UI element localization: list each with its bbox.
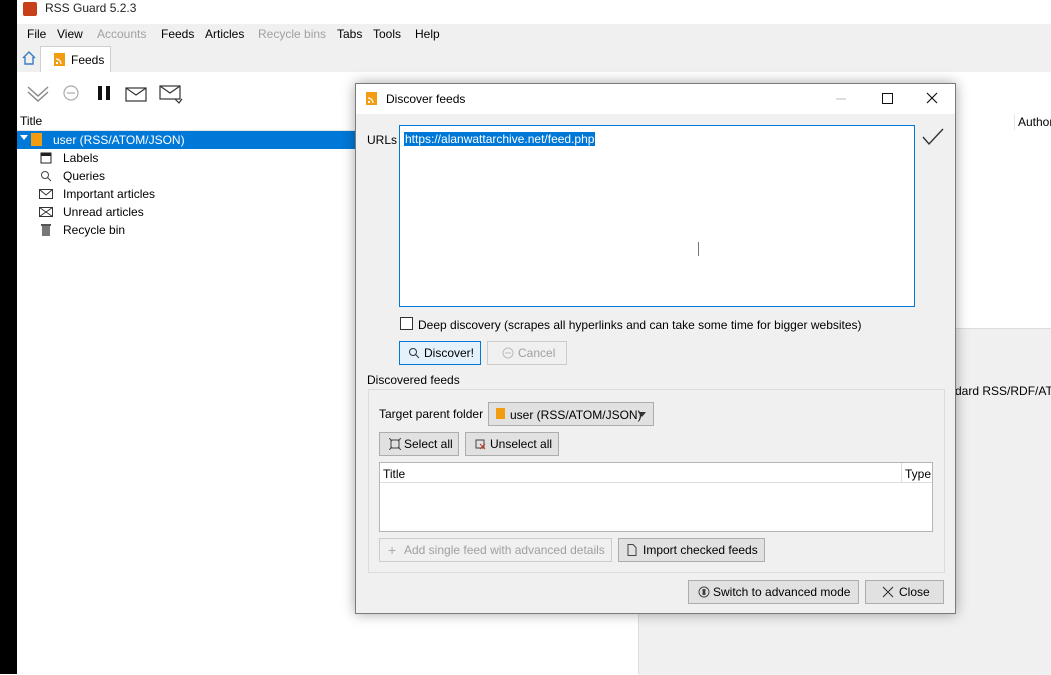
menu-tabs[interactable]: Tabs	[337, 27, 362, 41]
discovered-feeds-table[interactable]: Title Type	[379, 462, 933, 532]
discover-feeds-dialog: Discover feeds URLs https://alanwattarch…	[355, 83, 956, 614]
add-single-feed-button[interactable]: + Add single feed with advanced details	[379, 538, 612, 562]
discovered-feeds-title: Discovered feeds	[367, 373, 460, 387]
add-single-feed-label: Add single feed with advanced details	[404, 543, 605, 557]
tab-feeds[interactable]: Feeds	[40, 46, 111, 72]
menu-bar: File View Accounts Feeds Articles Recycl…	[17, 24, 1051, 44]
maximize-button[interactable]	[864, 84, 910, 114]
switch-advanced-mode-button[interactable]: Switch to advanced mode	[688, 580, 859, 604]
tab-feeds-label: Feeds	[71, 53, 105, 67]
select-all-button[interactable]: Select all	[379, 432, 459, 456]
import-checked-label: Import checked feeds	[643, 543, 758, 557]
discover-button-label: Discover!	[424, 346, 475, 360]
expand-arrow-icon[interactable]	[20, 135, 28, 140]
unselect-all-icon	[474, 438, 486, 450]
desktop-edge	[0, 0, 17, 674]
dialog-title: Discover feeds	[386, 92, 466, 106]
menu-view[interactable]: View	[57, 27, 83, 41]
rss-feed-icon	[366, 92, 377, 105]
mark-read-button[interactable]	[123, 80, 149, 106]
tree-item-label: Labels	[63, 151, 99, 165]
switch-advanced-label: Switch to advanced mode	[713, 585, 851, 599]
important-mail-icon	[39, 188, 53, 200]
deep-discovery-checkbox[interactable]	[400, 317, 413, 330]
home-icon[interactable]	[21, 50, 37, 66]
select-all-label: Select all	[404, 437, 453, 451]
tree-item-label: Queries	[63, 169, 106, 183]
update-all-feeds-button[interactable]	[25, 80, 51, 106]
unselect-all-button[interactable]: Unselect all	[465, 432, 559, 456]
rss-feed-icon	[496, 408, 505, 419]
type-column-header[interactable]: Type	[901, 463, 931, 482]
search-icon	[408, 347, 420, 359]
text-cursor-icon	[698, 242, 699, 256]
author-column-header[interactable]: Author	[1014, 114, 1051, 130]
cancel-button-label: Cancel	[518, 346, 556, 360]
dialog-titlebar: Discover feeds	[356, 84, 955, 114]
unselect-all-label: Unselect all	[490, 437, 553, 451]
table-header: Title Type	[380, 463, 932, 483]
tree-item-label: Recycle bin	[63, 223, 126, 237]
advanced-mode-icon	[698, 586, 710, 598]
menu-accounts[interactable]: Accounts	[97, 27, 146, 41]
tab-strip: Feeds	[17, 44, 1051, 73]
urls-label: URLs	[367, 133, 398, 147]
rss-feed-icon	[54, 53, 65, 66]
labels-icon	[40, 152, 52, 164]
article-preview-text: dard RSS/RDF/ATO	[955, 384, 1051, 398]
author-column-label: Author	[1018, 115, 1051, 129]
close-button-label: Close	[899, 585, 930, 599]
stop-update-button[interactable]	[59, 80, 85, 106]
select-all-icon	[389, 438, 401, 450]
window-title: RSS Guard 5.2.3	[45, 1, 137, 15]
menu-file[interactable]: File	[27, 27, 46, 41]
url-value: https://alanwattarchive.net/feed.php	[404, 132, 596, 146]
close-icon	[882, 586, 894, 598]
pause-icon[interactable]	[91, 80, 117, 106]
urls-textarea[interactable]: https://alanwattarchive.net/feed.php	[399, 125, 915, 307]
target-folder-value: user (RSS/ATOM/JSON)	[510, 408, 642, 422]
search-icon	[40, 170, 52, 182]
mark-unread-button[interactable]	[157, 80, 183, 106]
tree-item-label: Important articles	[63, 187, 156, 201]
title-column-header[interactable]: Title	[383, 467, 405, 481]
close-icon[interactable]	[909, 84, 955, 114]
rss-feed-icon	[31, 133, 42, 146]
menu-recycle-bins[interactable]: Recycle bins	[258, 27, 326, 41]
import-icon	[627, 544, 637, 556]
tree-item-label: user (RSS/ATOM/JSON)	[53, 133, 185, 147]
window-titlebar: RSS Guard 5.2.3	[17, 0, 1051, 24]
rss-guard-logo-icon	[23, 2, 37, 16]
trash-icon	[40, 223, 52, 236]
tree-item-label: Unread articles	[63, 205, 144, 219]
target-folder-label: Target parent folder	[379, 407, 484, 421]
target-folder-combobox[interactable]: user (RSS/ATOM/JSON)	[488, 402, 654, 426]
close-button[interactable]: Close	[865, 580, 944, 604]
chevron-down-icon	[638, 412, 646, 417]
minimize-button[interactable]	[818, 84, 864, 114]
menu-help[interactable]: Help	[415, 27, 440, 41]
menu-feeds[interactable]: Feeds	[161, 27, 194, 41]
cancel-icon	[502, 347, 514, 359]
unread-mail-icon	[39, 206, 53, 218]
type-column-label: Type	[905, 467, 932, 481]
valid-checkmark-icon	[922, 128, 944, 146]
import-checked-button[interactable]: Import checked feeds	[618, 538, 765, 562]
cancel-button[interactable]: Cancel	[487, 341, 567, 365]
plus-icon: +	[388, 542, 397, 558]
deep-discovery-label[interactable]: Deep discovery (scrapes all hyperlinks a…	[418, 318, 862, 332]
feeds-title-column: Title	[20, 114, 43, 128]
menu-articles[interactable]: Articles	[205, 27, 244, 41]
discover-button[interactable]: Discover!	[399, 341, 481, 365]
menu-tools[interactable]: Tools	[373, 27, 401, 41]
